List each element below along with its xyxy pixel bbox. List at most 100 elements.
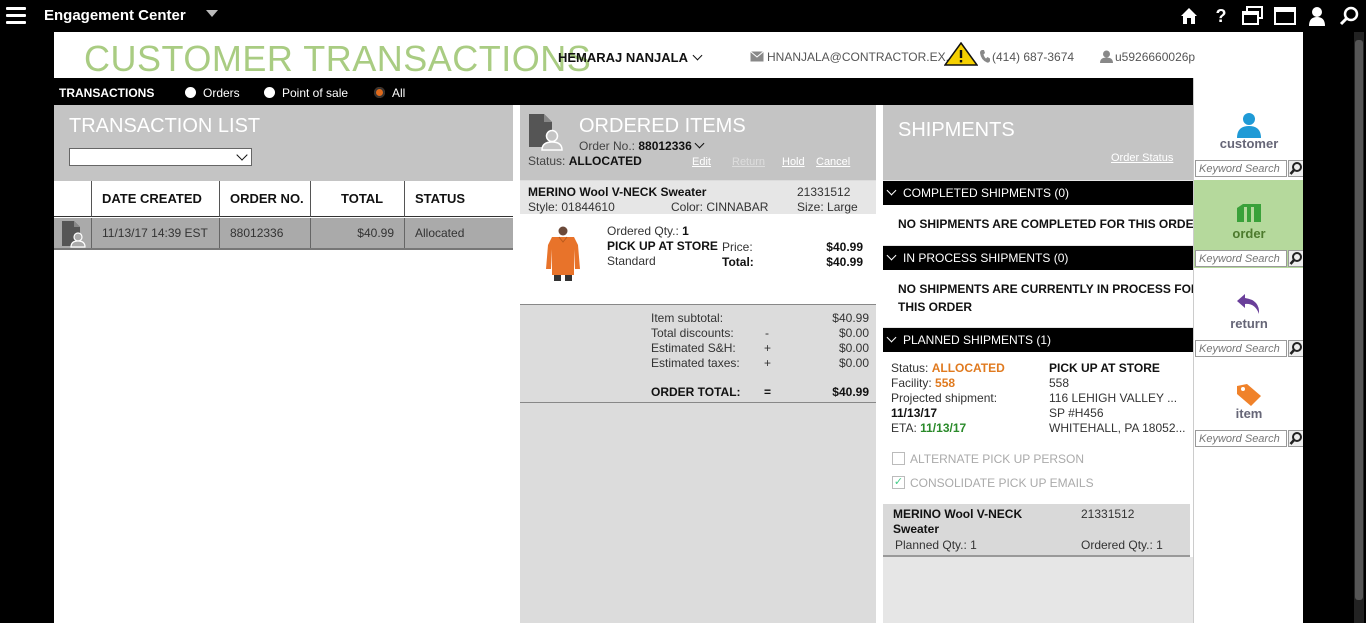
col-order-no[interactable]: ORDER NO. bbox=[220, 181, 311, 217]
row-order-no: 88012336 bbox=[220, 218, 311, 248]
hold-link[interactable]: Hold bbox=[782, 156, 805, 168]
radio-orders[interactable]: Orders bbox=[185, 86, 240, 100]
col-date-created[interactable]: DATE CREATED bbox=[92, 181, 220, 237]
order-keyword-search[interactable] bbox=[1195, 250, 1287, 267]
customer-search-button[interactable] bbox=[1288, 160, 1304, 177]
sh-value: $0.00 bbox=[838, 341, 869, 355]
store-number: 558 bbox=[1049, 376, 1070, 390]
right-sidebar: customer order return item bbox=[1193, 78, 1304, 623]
search-icon bbox=[1289, 432, 1302, 445]
app-menu-caret-icon[interactable] bbox=[206, 10, 218, 17]
order-document-icon bbox=[62, 221, 86, 248]
tag-icon bbox=[1237, 384, 1261, 406]
return-link[interactable]: Return bbox=[732, 156, 765, 168]
return-keyword-search[interactable] bbox=[1195, 340, 1287, 357]
customer-name-dropdown[interactable]: HEMARAJ NANJALA bbox=[558, 50, 703, 65]
col-total[interactable]: TOTAL bbox=[311, 181, 405, 217]
windows-icon[interactable] bbox=[1242, 6, 1264, 26]
completed-shipments-toggle[interactable]: COMPLETED SHIPMENTS (0) bbox=[883, 181, 1193, 205]
cancel-link[interactable]: Cancel bbox=[816, 156, 850, 168]
edit-link[interactable]: Edit bbox=[692, 156, 711, 168]
customer-name: HEMARAJ NANJALA bbox=[558, 50, 689, 65]
warning-icon[interactable] bbox=[943, 41, 979, 66]
projected-shipment-date: 11/13/17 bbox=[891, 406, 938, 420]
order-total-sign: = bbox=[764, 385, 772, 399]
consolidate-emails-checkbox[interactable]: ✓ bbox=[892, 476, 905, 489]
store-address-2: SP #H456 bbox=[1049, 406, 1104, 420]
customer-email[interactable]: HNANJALA@CONTRACTOR.EX... bbox=[750, 50, 956, 64]
phone-icon bbox=[980, 50, 990, 63]
table-row[interactable]: 11/13/17 14:39 EST 88012336 $40.99 Alloc… bbox=[54, 218, 513, 250]
item-ordered-qty: Ordered Qty.: 1 bbox=[607, 224, 689, 238]
radio-button-selected-icon bbox=[374, 87, 385, 98]
menu-icon[interactable] bbox=[6, 7, 26, 25]
discounts-label: Total discounts: bbox=[651, 326, 734, 340]
item-keyword-search[interactable] bbox=[1195, 430, 1287, 447]
alternate-pickup-label: ALTERNATE PICK UP PERSON bbox=[910, 452, 1085, 466]
row-icon-cell bbox=[54, 218, 92, 248]
order-document-icon bbox=[528, 113, 564, 151]
radio-button-icon bbox=[264, 87, 275, 98]
page-title: CUSTOMER TRANSACTIONS bbox=[84, 38, 592, 79]
in-process-message-line2: THIS ORDER bbox=[898, 300, 973, 314]
search-icon bbox=[1289, 162, 1302, 175]
item-total: $40.99 bbox=[826, 255, 863, 269]
item-sku: 21331512 bbox=[797, 185, 851, 199]
sh-sign: + bbox=[764, 341, 772, 355]
planned-shipments-toggle[interactable]: PLANNED SHIPMENTS (1) bbox=[883, 328, 1193, 352]
in-process-message-line1: NO SHIPMENTS ARE CURRENTLY IN PROCESS FO… bbox=[898, 282, 1200, 296]
shipments-panel: SHIPMENTS Order Status COMPLETED SHIPMEN… bbox=[883, 105, 1202, 623]
in-process-shipments-body: NO SHIPMENTS ARE CURRENTLY IN PROCESS FO… bbox=[883, 270, 1200, 327]
top-bar: Engagement Center ? bbox=[0, 0, 1366, 32]
alternate-pickup-checkbox[interactable] bbox=[892, 452, 905, 465]
order-status-link[interactable]: Order Status bbox=[1111, 152, 1173, 164]
chevron-down-icon bbox=[694, 138, 705, 149]
customer-keyword-search[interactable] bbox=[1195, 160, 1287, 177]
sidebar-label-item: item bbox=[1235, 406, 1263, 421]
consolidate-emails-label: CONSOLIDATE PICK UP EMAILS bbox=[910, 476, 1094, 490]
radio-all[interactable]: All bbox=[374, 86, 405, 100]
person-icon bbox=[1100, 50, 1113, 63]
col-status[interactable]: STATUS bbox=[405, 181, 513, 217]
ordered-items-title: ORDERED ITEMS bbox=[579, 115, 746, 137]
planned-ordered-qty: Ordered Qty.: 1 bbox=[1081, 538, 1163, 552]
home-icon[interactable] bbox=[1178, 6, 1200, 26]
shipments-header: SHIPMENTS Order Status bbox=[883, 105, 1193, 180]
in-process-shipments-toggle[interactable]: IN PROCESS SHIPMENTS (0) bbox=[883, 246, 1193, 270]
window-icon[interactable] bbox=[1274, 6, 1296, 26]
item-search-button[interactable] bbox=[1288, 430, 1304, 447]
item-price: $40.99 bbox=[826, 240, 863, 254]
completed-shipments-message: NO SHIPMENTS ARE COMPLETED FOR THIS ORDE… bbox=[898, 217, 1203, 231]
ordered-items-panel: ORDERED ITEMS Order No.: 88012336 Status… bbox=[520, 105, 876, 623]
transaction-list-title: TRANSACTION LIST bbox=[69, 115, 261, 137]
completed-shipments-body: NO SHIPMENTS ARE COMPLETED FOR THIS ORDE… bbox=[883, 205, 1202, 245]
scrollbar-thumb[interactable] bbox=[1355, 40, 1363, 600]
taxes-value: $0.00 bbox=[838, 356, 869, 370]
order-line-item[interactable]: MERINO Wool V-NECK Sweater 21331512 Styl… bbox=[520, 181, 876, 305]
radio-point-of-sale[interactable]: Point of sale bbox=[264, 86, 348, 100]
transaction-filter-select[interactable] bbox=[69, 148, 252, 166]
item-size: Size: Large bbox=[797, 200, 858, 214]
planned-shipment-item[interactable]: MERINO Wool V-NECK Sweater 21331512 Plan… bbox=[883, 504, 1190, 557]
customer-header: CUSTOMER TRANSACTIONS HEMARAJ NANJALA HN… bbox=[54, 32, 1303, 79]
sidebar-label-customer: customer bbox=[1219, 136, 1279, 151]
help-icon[interactable]: ? bbox=[1210, 6, 1232, 26]
item-name: MERINO Wool V-NECK Sweater bbox=[528, 185, 707, 199]
order-total-label: ORDER TOTAL: bbox=[651, 385, 741, 399]
planned-facility: Facility: 558 bbox=[891, 376, 956, 390]
transactions-label: TRANSACTIONS bbox=[59, 86, 155, 100]
row-total: $40.99 bbox=[311, 218, 405, 248]
user-icon[interactable] bbox=[1306, 6, 1328, 26]
taxes-label: Estimated taxes: bbox=[651, 356, 740, 370]
order-number-dropdown[interactable]: Order No.: 88012336 bbox=[579, 138, 705, 153]
search-icon[interactable] bbox=[1338, 6, 1360, 26]
pickup-title: PICK UP AT STORE bbox=[1049, 361, 1160, 375]
order-search-button[interactable] bbox=[1288, 250, 1304, 267]
search-icon bbox=[1289, 342, 1302, 355]
planned-item-sku: 21331512 bbox=[1081, 507, 1135, 521]
return-search-button[interactable] bbox=[1288, 340, 1304, 357]
sh-label: Estimated S&H: bbox=[651, 341, 736, 355]
return-icon bbox=[1237, 294, 1260, 314]
search-icon bbox=[1289, 252, 1302, 265]
order-icon bbox=[1237, 204, 1261, 222]
